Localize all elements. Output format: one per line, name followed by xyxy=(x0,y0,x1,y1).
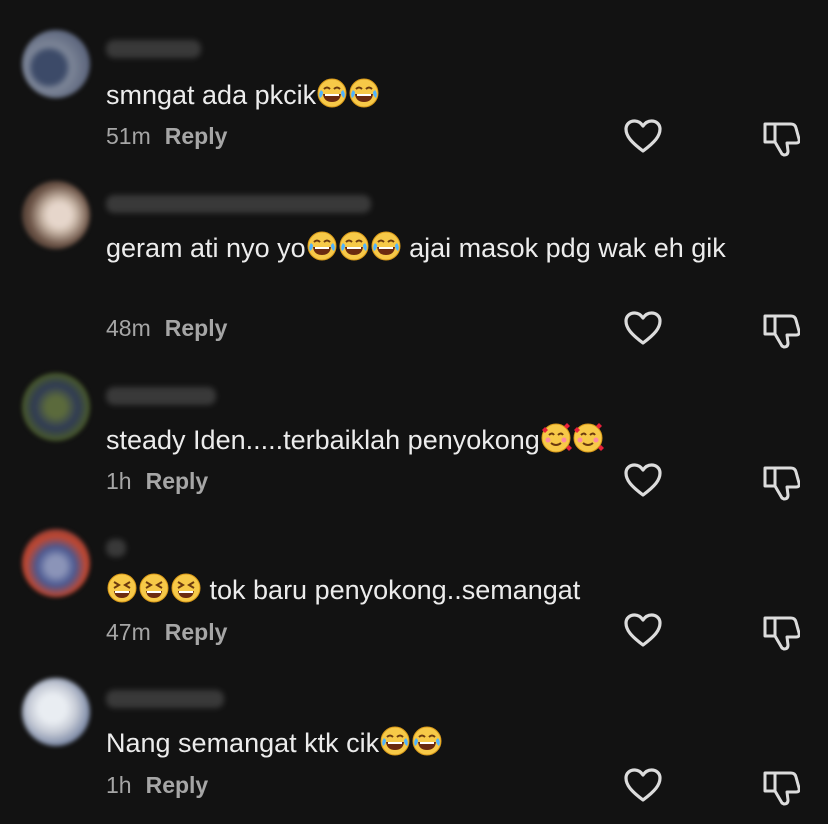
comment-time: 48m xyxy=(106,315,151,341)
reply-button[interactable]: Reply xyxy=(146,772,209,798)
heart-outline-icon[interactable] xyxy=(623,766,663,806)
smiling-face-with-hearts-emoji-icon xyxy=(572,422,604,454)
comment-item: Nang semangat ktk cik 1h Reply xyxy=(0,670,828,824)
comment-text: Nang semangat ktk cik xyxy=(106,722,726,764)
comment-text-part: smngat ada pkcik xyxy=(106,80,317,110)
comment-time: 1h xyxy=(106,468,132,494)
laugh-cry-emoji-icon xyxy=(306,230,338,262)
comment-text: geram ati nyo yo ajai masok pdg wak eh g… xyxy=(106,227,726,269)
comment-time: 51m xyxy=(106,123,151,149)
comment-item: tok baru penyokong..semangat 47m Reply xyxy=(0,515,828,670)
grinning-squinting-emoji-icon xyxy=(138,572,170,604)
username[interactable] xyxy=(106,690,224,708)
smiling-face-with-hearts-emoji-icon xyxy=(540,422,572,454)
username[interactable] xyxy=(106,387,216,405)
thumbs-down-outline-icon[interactable] xyxy=(762,613,800,651)
avatar[interactable] xyxy=(22,30,90,98)
laugh-cry-emoji-icon xyxy=(411,725,443,757)
comment-item: steady Iden.....terbaiklah penyokong 1h R… xyxy=(0,365,828,515)
comment-text-part: steady Iden.....terbaiklah penyokong xyxy=(106,425,540,455)
comment-text-part: ajai masok pdg wak eh gik xyxy=(401,233,726,263)
reply-button[interactable]: Reply xyxy=(165,123,228,149)
avatar[interactable] xyxy=(22,373,90,441)
avatar[interactable] xyxy=(22,678,90,746)
laugh-cry-emoji-icon xyxy=(316,77,348,109)
reply-button[interactable]: Reply xyxy=(165,619,228,645)
comment-time: 47m xyxy=(106,619,151,645)
username[interactable] xyxy=(106,40,201,58)
heart-outline-icon[interactable] xyxy=(623,461,663,501)
reply-button[interactable]: Reply xyxy=(165,315,228,341)
comment-text: tok baru penyokong..semangat xyxy=(106,569,726,611)
comment-text: smngat ada pkcik xyxy=(106,74,726,116)
comment-meta: 1h Reply xyxy=(106,772,208,799)
comment-item: smngat ada pkcik 51m Reply xyxy=(0,0,828,165)
thumbs-down-outline-icon[interactable] xyxy=(762,463,800,501)
laugh-cry-emoji-icon xyxy=(348,77,380,109)
heart-outline-icon[interactable] xyxy=(623,611,663,651)
comment-item: geram ati nyo yo ajai masok pdg wak eh g… xyxy=(0,165,828,365)
laugh-cry-emoji-icon xyxy=(379,725,411,757)
username[interactable] xyxy=(106,195,371,213)
heart-outline-icon[interactable] xyxy=(623,117,663,157)
comment-text: steady Iden.....terbaiklah penyokong xyxy=(106,419,726,461)
comment-text-part: Nang semangat ktk cik xyxy=(106,728,380,758)
grinning-squinting-emoji-icon xyxy=(106,572,138,604)
comment-meta: 48m Reply xyxy=(106,315,227,342)
comment-text-part: tok baru penyokong..semangat xyxy=(209,575,581,605)
comment-text-part: geram ati nyo yo xyxy=(106,233,306,263)
username[interactable] xyxy=(106,539,126,557)
reply-button[interactable]: Reply xyxy=(146,468,209,494)
comment-meta: 1h Reply xyxy=(106,468,208,495)
laugh-cry-emoji-icon xyxy=(338,230,370,262)
comment-meta: 47m Reply xyxy=(106,619,227,646)
comment-time: 1h xyxy=(106,772,132,798)
heart-outline-icon[interactable] xyxy=(623,309,663,349)
avatar[interactable] xyxy=(22,529,90,597)
thumbs-down-outline-icon[interactable] xyxy=(762,768,800,806)
comment-meta: 51m Reply xyxy=(106,123,227,150)
avatar[interactable] xyxy=(22,181,90,249)
laugh-cry-emoji-icon xyxy=(370,230,402,262)
thumbs-down-outline-icon[interactable] xyxy=(762,119,800,157)
grinning-squinting-emoji-icon xyxy=(170,572,202,604)
thumbs-down-outline-icon[interactable] xyxy=(762,311,800,349)
